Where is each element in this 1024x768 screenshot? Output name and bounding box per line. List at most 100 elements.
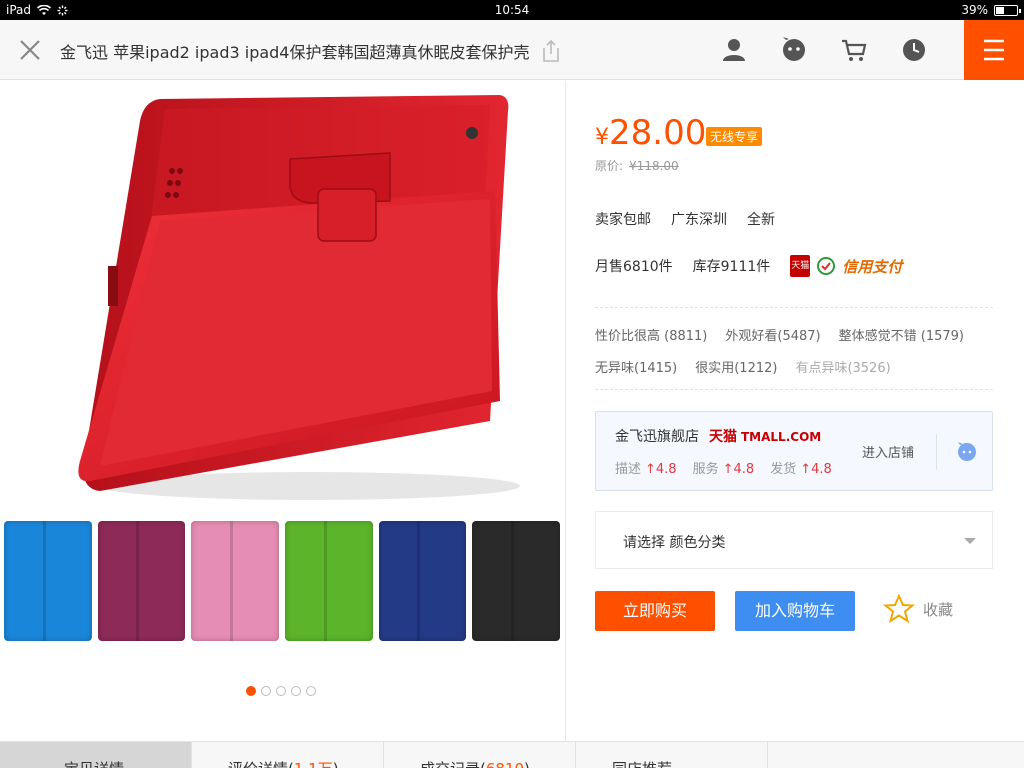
- tab-transactions[interactable]: 成交记录(6810): [384, 742, 576, 768]
- panel-divider: [565, 81, 566, 741]
- service-badges: 天猫 信用支付: [790, 255, 902, 277]
- store-ratings: 描述 ↑4.8 服务 ↑4.8 发货 ↑4.8: [615, 458, 832, 477]
- rating-label: 描述: [615, 462, 642, 477]
- pagination-dot[interactable]: [291, 686, 301, 696]
- detail-tabs: 宝贝详情 评价详情(1.1万) 成交记录(6810) 同店推荐: [0, 741, 1024, 768]
- buy-now-button[interactable]: 立即购买: [595, 591, 715, 631]
- rating-description: 描述 ↑4.8: [615, 458, 677, 477]
- battery-icon: [994, 4, 1021, 16]
- favorite-label: 收藏: [923, 600, 954, 619]
- stock-count: 库存9111件: [692, 259, 771, 275]
- menu-button[interactable]: [964, 20, 1024, 80]
- guarantee-badge-icon: [817, 257, 836, 275]
- thumbnail-green[interactable]: [285, 521, 373, 641]
- nav-header: 金飞迅 苹果ipad2 ipad3 ipad4保护套韩国超薄真休眠皮套保护壳: [0, 20, 1024, 80]
- review-tags: 性价比很高 (8811) 外观好看(5487) 整体感觉不错 (1579) 无异…: [595, 325, 995, 389]
- sku-select-label: 请选择 颜色分类: [623, 535, 726, 551]
- user-icon[interactable]: [720, 36, 748, 64]
- color-thumbnails: [4, 521, 561, 643]
- tab-label: 同店推荐: [612, 760, 672, 768]
- wireless-exclusive-badge: 无线专享: [706, 127, 763, 146]
- tab-label: 成交记录(: [420, 760, 486, 768]
- product-info: ¥28.00 无线专享 原价: ¥118.00 卖家包邮 广东深圳 全新 月售68…: [595, 81, 995, 741]
- tab-count: 1.1万: [294, 760, 333, 768]
- chat-icon[interactable]: [956, 442, 978, 462]
- app-root: iPad 10:54 39% 金飞迅 苹果ipad2 ipad3 ipad4保护…: [0, 0, 1024, 768]
- tab-suffix: ): [333, 760, 339, 768]
- page-title: 金飞迅 苹果ipad2 ipad3 ipad4保护套韩国超薄真休眠皮套保护壳: [60, 43, 530, 62]
- rating-value: ↑4.8: [800, 462, 832, 477]
- rating-label: 服务: [692, 462, 719, 477]
- location-info: 广东深圳: [671, 212, 727, 228]
- review-tag[interactable]: 外观好看(5487): [725, 325, 820, 344]
- status-right: 39%: [961, 3, 1021, 17]
- product-main-image[interactable]: [60, 91, 520, 511]
- add-to-cart-button[interactable]: 加入购物车: [735, 591, 855, 631]
- clock-time: 10:54: [494, 3, 530, 17]
- message-icon[interactable]: [780, 36, 808, 64]
- tab-label: 宝贝详情: [64, 760, 124, 768]
- rating-service: 服务 ↑4.8: [693, 458, 755, 477]
- tab-label: 评价详情(: [228, 760, 294, 768]
- thumbnail-blue[interactable]: [4, 521, 92, 641]
- shipping-info: 卖家包邮: [595, 212, 651, 228]
- rating-shipping: 发货 ↑4.8: [770, 458, 832, 477]
- product-properties: 卖家包邮 广东深圳 全新: [595, 209, 775, 229]
- tab-store-recommendations[interactable]: 同店推荐: [576, 742, 768, 768]
- review-tags-row: 无异味(1415) 很实用(1212) 有点异味(3526): [595, 357, 995, 376]
- pagination-dot[interactable]: [261, 686, 271, 696]
- review-tag[interactable]: 很实用(1212): [695, 357, 777, 376]
- review-tags-row: 性价比很高 (8811) 外观好看(5487) 整体感觉不错 (1579): [595, 325, 995, 344]
- pagination-dot[interactable]: [246, 686, 256, 696]
- review-tag[interactable]: 无异味(1415): [595, 357, 677, 376]
- price: ¥28.00: [595, 113, 706, 153]
- original-price: 原价: ¥118.00: [595, 157, 679, 174]
- rating-value: ↑4.8: [645, 462, 677, 477]
- monthly-sales: 月售6810件: [595, 259, 673, 275]
- sales-info: 月售6810件 库存9111件 天猫 信用支付: [595, 255, 902, 277]
- enter-store-link[interactable]: 进入店铺: [862, 442, 914, 461]
- sku-select[interactable]: 请选择 颜色分类: [595, 511, 993, 569]
- original-price-label: 原价:: [595, 159, 624, 173]
- pagination-dot[interactable]: [306, 686, 316, 696]
- thumbnail-navy[interactable]: [378, 521, 467, 641]
- review-tag-negative[interactable]: 有点异味(3526): [795, 357, 890, 376]
- tmall-logo-cn: 天猫: [709, 429, 737, 445]
- pagination-dot[interactable]: [276, 686, 286, 696]
- battery-percent: 39%: [961, 3, 988, 17]
- thumbnail-magenta[interactable]: [97, 521, 186, 641]
- store-name: 金飞迅旗舰店: [615, 429, 699, 445]
- share-icon[interactable]: [540, 38, 562, 64]
- store-divider: [936, 434, 937, 470]
- close-icon[interactable]: [14, 34, 46, 66]
- currency-symbol: ¥: [595, 125, 609, 150]
- cart-icon[interactable]: [840, 36, 868, 64]
- credit-pay-badge: 信用支付: [842, 257, 903, 276]
- store-card[interactable]: 金飞迅旗舰店 天猫 TMALL.COM 描述 ↑4.8 服务 ↑4.8 发货 ↑4.8 …: [595, 411, 993, 491]
- status-bar: iPad 10:54 39%: [0, 0, 1024, 20]
- clock-icon[interactable]: [900, 36, 928, 64]
- tab-count: 6810: [486, 760, 524, 768]
- tmall-badge-icon: 天猫: [790, 255, 811, 277]
- review-tag[interactable]: 性价比很高 (8811): [595, 325, 707, 344]
- divider-top: [595, 307, 993, 308]
- battery-level: [996, 6, 1004, 14]
- star-icon: [883, 593, 915, 624]
- chevron-down-icon: [964, 538, 976, 544]
- menu-icon: [984, 39, 1004, 61]
- rating-label: 发货: [770, 462, 797, 477]
- tmall-logo: 天猫 TMALL.COM: [709, 426, 821, 446]
- pagination-dots: [246, 686, 316, 696]
- tab-suffix: ): [524, 760, 530, 768]
- tab-item-details[interactable]: 宝贝详情: [0, 742, 192, 768]
- favorite-button[interactable]: 收藏: [883, 593, 953, 625]
- product-gallery: [0, 81, 565, 741]
- tab-reviews[interactable]: 评价详情(1.1万): [192, 742, 384, 768]
- review-tag[interactable]: 整体感觉不错 (1579): [839, 325, 964, 344]
- thumbnail-black[interactable]: [472, 521, 561, 641]
- condition-info: 全新: [747, 212, 775, 228]
- thumbnail-pink[interactable]: [191, 521, 280, 641]
- rating-value: ↑4.8: [722, 462, 755, 477]
- original-price-value: ¥118.00: [629, 159, 679, 173]
- divider-bottom: [595, 389, 993, 390]
